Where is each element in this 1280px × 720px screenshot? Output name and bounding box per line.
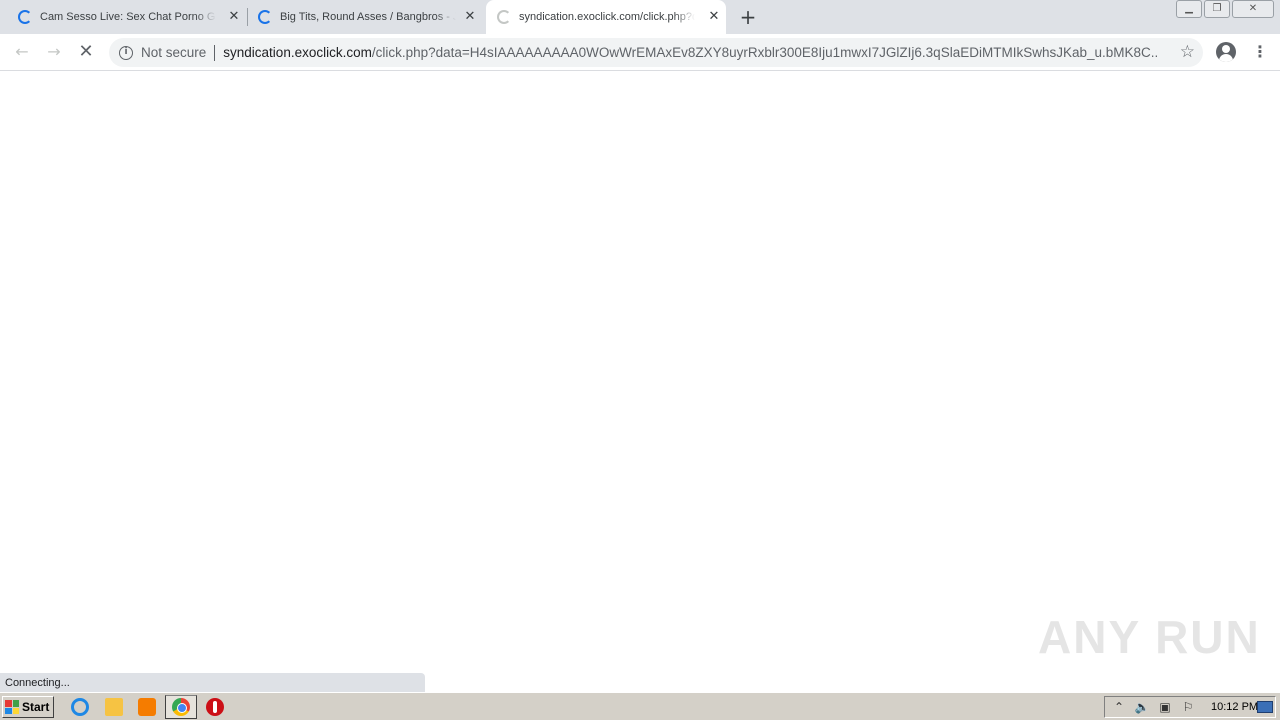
status-bubble: Connecting... xyxy=(0,673,425,692)
url-host: syndication.exoclick.com xyxy=(223,45,372,60)
show-desktop-icon[interactable] xyxy=(1257,701,1273,713)
bookmark-star-icon[interactable]: ☆ xyxy=(1180,42,1195,62)
menu-kebab-icon[interactable]: ⋮ xyxy=(1252,42,1268,62)
volume-icon[interactable]: 🔈 xyxy=(1133,699,1151,715)
tab-close-icon[interactable]: ✕ xyxy=(462,9,478,25)
internet-explorer-icon[interactable] xyxy=(71,698,89,716)
url-path: /click.php?data=H4sIAAAAAAAAA0WOwWrEMAxE… xyxy=(371,45,1160,60)
omnibox-divider xyxy=(214,44,216,61)
chrome-icon[interactable] xyxy=(172,698,190,716)
windows-logo-icon xyxy=(5,700,19,714)
address-bar[interactable]: i Not secure syndication.exoclick.com/cl… xyxy=(109,38,1203,67)
minimize-icon[interactable]: ▁ xyxy=(1176,0,1202,18)
window-controls: ▁ ❐ ✕ xyxy=(1174,0,1280,20)
action-center-flag-icon[interactable]: ⚐ xyxy=(1179,699,1197,715)
loading-spinner-icon xyxy=(18,10,32,24)
forward-arrow-icon[interactable]: → xyxy=(44,42,64,62)
tab-strip: Cam Sesso Live: Sex Chat Porno Gratis ✕ … xyxy=(0,0,1280,34)
security-label[interactable]: Not secure xyxy=(141,45,206,60)
windows-taskbar: Start ⌃ 🔈 ▣ ⚐ 10:12 PM xyxy=(0,692,1280,720)
system-tray: ⌃ 🔈 ▣ ⚐ 10:12 PM xyxy=(1104,696,1276,718)
profile-avatar-icon[interactable] xyxy=(1216,42,1236,62)
tab-title: syndication.exoclick.com/click.php?data= xyxy=(519,11,695,23)
file-explorer-icon[interactable] xyxy=(105,698,123,716)
tab-close-icon[interactable]: ✕ xyxy=(226,9,242,25)
tab-exoclick-active[interactable]: syndication.exoclick.com/click.php?data=… xyxy=(486,0,726,34)
start-button[interactable]: Start xyxy=(2,696,54,718)
network-icon[interactable]: ▣ xyxy=(1156,699,1174,715)
loading-spinner-icon xyxy=(258,10,272,24)
restore-icon[interactable]: ❐ xyxy=(1204,0,1230,18)
loading-spinner-icon xyxy=(497,10,511,24)
tab-close-icon[interactable]: ✕ xyxy=(706,9,722,25)
media-player-icon[interactable] xyxy=(138,698,156,716)
tab-title: Big Tits, Round Asses / Bangbros - Jada xyxy=(280,11,456,23)
window-close-icon[interactable]: ✕ xyxy=(1232,0,1274,18)
back-arrow-icon[interactable]: ← xyxy=(12,42,32,62)
info-icon[interactable]: i xyxy=(119,45,133,60)
tab-separator xyxy=(247,8,248,26)
opera-icon[interactable] xyxy=(206,698,224,716)
clock[interactable]: 10:12 PM xyxy=(1211,701,1258,713)
tab-title: Cam Sesso Live: Sex Chat Porno Gratis xyxy=(40,11,216,23)
new-tab-button[interactable]: + xyxy=(737,6,759,28)
browser-toolbar: ← → ✕ i Not secure syndication.exoclick.… xyxy=(0,34,1280,71)
start-label: Start xyxy=(22,700,50,714)
url-text[interactable]: syndication.exoclick.com/click.php?data=… xyxy=(223,45,1159,60)
anyrun-watermark-logo: ANY RUN xyxy=(1038,611,1261,663)
tab-bangbros[interactable]: Big Tits, Round Asses / Bangbros - Jada … xyxy=(258,0,482,34)
tab-cam-sesso[interactable]: Cam Sesso Live: Sex Chat Porno Gratis ✕ xyxy=(18,0,246,34)
page-content xyxy=(0,72,1280,692)
tray-expand-icon[interactable]: ⌃ xyxy=(1110,699,1128,715)
stop-loading-icon[interactable]: ✕ xyxy=(76,42,96,62)
